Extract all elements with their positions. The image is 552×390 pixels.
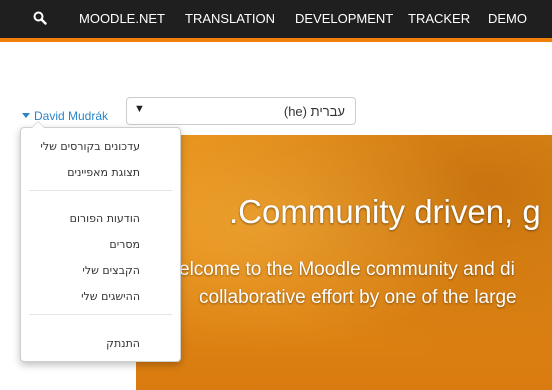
language-selected-value: עברית (he) [283, 104, 345, 119]
menu-divider [29, 314, 172, 315]
navbar-accent-stripe [0, 38, 552, 42]
menu-item-course-updates[interactable]: עדכונים בקורסים שלי [40, 138, 140, 156]
nav-link-moodle-net[interactable]: MOODLE.NET [79, 0, 165, 38]
nav-link-translation[interactable]: TRANSLATION [185, 0, 275, 38]
menu-item-messages[interactable]: מסרים [109, 236, 140, 254]
language-select[interactable]: ▼ עברית (he) [126, 97, 356, 125]
user-dropdown-menu: עדכונים בקורסים שלי תצוגת מאפיינים הודעו… [20, 121, 181, 362]
user-name: David Mudrák [34, 109, 109, 123]
caret-down-icon [22, 113, 30, 119]
hero-text-line: collaborative effort by one of the large [199, 287, 517, 308]
nav-link-tracker[interactable]: TRACKER [408, 0, 470, 38]
menu-item-my-badges[interactable]: ההישגים שלי [81, 288, 140, 306]
menu-item-forum-posts[interactable]: הודעות הפורום [70, 210, 140, 228]
menu-item-my-files[interactable]: הקבצים שלי [82, 262, 140, 280]
nav-link-demo[interactable]: DEMO [488, 0, 527, 38]
menu-item-logout[interactable]: התנתק [106, 335, 140, 353]
hero-text-line: elcome to the Moodle community and di [179, 259, 515, 280]
search-icon[interactable] [33, 0, 51, 38]
hero-banner: .Community driven, g elcome to the Moodl… [136, 135, 552, 390]
menu-divider [29, 190, 172, 191]
hero-title: .Community driven, g [229, 193, 541, 230]
dropdown-arrow-icon: ▼ [134, 103, 145, 115]
menu-item-view-profile[interactable]: תצוגת מאפיינים [67, 164, 140, 182]
top-navbar: MOODLE.NET TRANSLATION DEVELOPMENT TRACK… [0, 0, 552, 38]
nav-link-development[interactable]: DEVELOPMENT [295, 0, 393, 38]
